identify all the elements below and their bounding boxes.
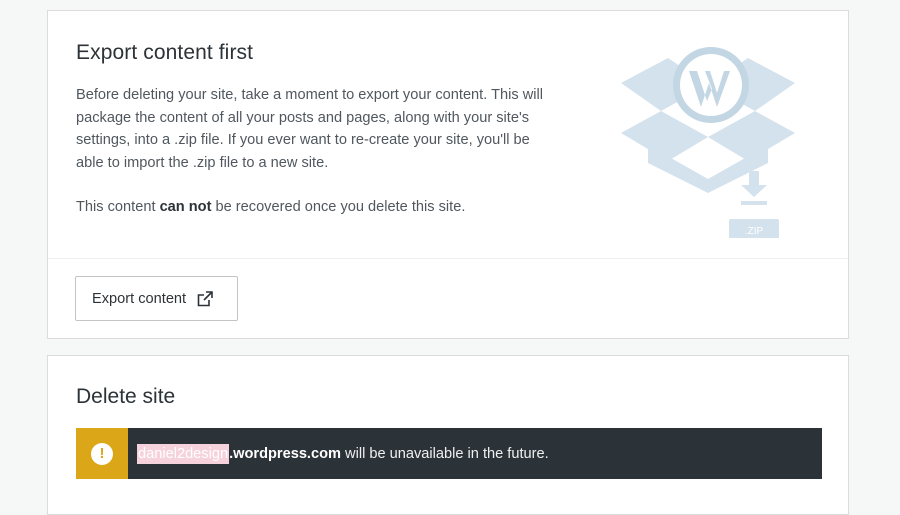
export-card-title: Export content first bbox=[76, 41, 254, 64]
warning-emphasis: can not bbox=[159, 199, 212, 215]
site-unavailable-notice: ! daniel2design.wordpress.com will be un… bbox=[76, 428, 822, 479]
delete-card-title: Delete site bbox=[76, 385, 176, 408]
wordpress-logo-icon bbox=[673, 47, 749, 123]
download-arrow-icon bbox=[741, 171, 767, 205]
card-divider bbox=[48, 258, 848, 259]
alert-icon: ! bbox=[91, 442, 113, 465]
site-name-redacted: daniel2design bbox=[137, 443, 230, 464]
zip-label: .ZIP bbox=[745, 226, 764, 237]
export-card-warning: This content can not be recovered once y… bbox=[76, 196, 465, 218]
export-content-button[interactable]: Export content bbox=[75, 276, 238, 321]
export-button-label: Export content bbox=[92, 290, 187, 307]
warning-suffix: be recovered once you delete this site. bbox=[211, 199, 466, 215]
export-content-card: Export content first Before deleting you… bbox=[47, 10, 849, 339]
wordpress-export-illustration: .ZIP bbox=[621, 47, 795, 238]
export-card-description: Before deleting your site, take a moment… bbox=[76, 87, 543, 171]
delete-site-card: Delete site ! daniel2design.wordpress.co… bbox=[47, 355, 849, 515]
notice-message: daniel2design.wordpress.com will be unav… bbox=[137, 443, 549, 464]
notice-icon-container: ! bbox=[76, 428, 128, 479]
site-domain: .wordpress.com bbox=[229, 445, 341, 462]
external-link-icon bbox=[197, 290, 213, 306]
notice-message-text: will be unavailable in the future. bbox=[341, 445, 549, 462]
warning-prefix: This content bbox=[76, 199, 160, 215]
